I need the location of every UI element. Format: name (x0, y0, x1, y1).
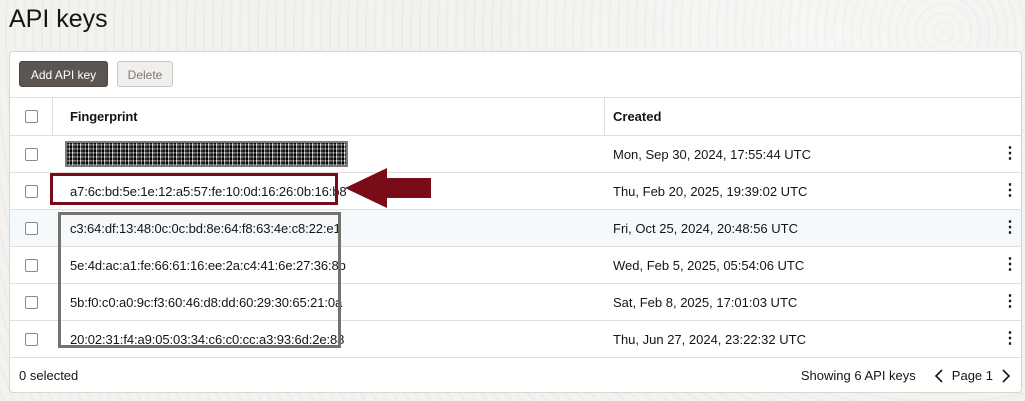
kebab-menu-icon: ⋮ (1002, 145, 1018, 162)
row-actions-menu[interactable]: ⋮ (999, 136, 1021, 172)
created-text: Mon, Sep 30, 2024, 17:55:44 UTC (613, 146, 812, 162)
row-checkbox[interactable] (24, 184, 38, 198)
created-text: Thu, Jun 27, 2024, 23:22:32 UTC (613, 331, 806, 347)
add-api-key-button[interactable]: Add API key (19, 61, 108, 87)
page-title: API keys (9, 5, 108, 33)
created-text: Thu, Feb 20, 2025, 19:39:02 UTC (613, 183, 808, 199)
row-checkbox[interactable] (24, 295, 38, 309)
next-page-button[interactable] (997, 367, 1015, 385)
chevron-left-icon (934, 368, 943, 383)
row-checkbox[interactable] (24, 147, 38, 161)
created-cell: Mon, Sep 30, 2024, 17:55:44 UTC (613, 136, 811, 172)
select-all-cell (10, 98, 52, 135)
row-actions-menu[interactable]: ⋮ (999, 284, 1021, 320)
page-indicator: Page 1 (951, 368, 993, 383)
table-row[interactable]: Mon, Sep 30, 2024, 17:55:44 UTC ⋮ (10, 135, 1021, 172)
column-header-created[interactable]: Created (613, 98, 661, 135)
redacted-fingerprint (65, 141, 348, 167)
created-text: Fri, Oct 25, 2024, 20:48:56 UTC (613, 220, 798, 236)
created-text: Wed, Feb 5, 2025, 05:54:06 UTC (613, 257, 805, 273)
row-checkbox[interactable] (24, 258, 38, 272)
column-header-fingerprint-label: Fingerprint (70, 109, 138, 124)
highlight-box-gray (58, 212, 341, 348)
chevron-right-icon (1002, 368, 1011, 383)
created-cell: Sat, Feb 8, 2025, 17:01:03 UTC (613, 284, 797, 320)
kebab-menu-icon: ⋮ (1002, 182, 1018, 199)
table-footer: 0 selected Showing 6 API keys Page 1 (10, 357, 1021, 393)
pagination: Showing 6 API keys Page 1 (801, 358, 1015, 393)
created-cell: Wed, Feb 5, 2025, 05:54:06 UTC (613, 247, 804, 283)
column-divider (604, 98, 605, 135)
toolbar: Add API key Delete (10, 52, 1021, 97)
row-select-cell (10, 173, 52, 209)
row-select-cell (10, 136, 52, 172)
kebab-menu-icon: ⋮ (1002, 219, 1018, 236)
row-actions-menu[interactable]: ⋮ (999, 321, 1021, 357)
results-count: Showing 6 API keys (800, 368, 916, 383)
created-text: Sat, Feb 8, 2025, 17:01:03 UTC (613, 294, 798, 310)
row-select-cell (10, 210, 52, 246)
created-cell: Thu, Jun 27, 2024, 23:22:32 UTC (613, 321, 806, 357)
row-select-cell (10, 284, 52, 320)
row-actions-menu[interactable]: ⋮ (999, 173, 1021, 209)
row-select-cell (10, 247, 52, 283)
row-actions-menu[interactable]: ⋮ (999, 247, 1021, 283)
kebab-menu-icon: ⋮ (1002, 256, 1018, 273)
row-actions-menu[interactable]: ⋮ (999, 210, 1021, 246)
created-cell: Fri, Oct 25, 2024, 20:48:56 UTC (613, 210, 798, 246)
annotation-arrow-icon (345, 168, 431, 208)
column-header-created-label: Created (613, 109, 662, 124)
column-divider (52, 98, 53, 135)
created-cell: Thu, Feb 20, 2025, 19:39:02 UTC (613, 173, 807, 209)
kebab-menu-icon: ⋮ (1002, 293, 1018, 310)
row-select-cell (10, 321, 52, 357)
table-header: Fingerprint Created (10, 97, 1021, 135)
select-all-checkbox[interactable] (24, 110, 38, 123)
delete-button[interactable]: Delete (117, 61, 173, 87)
column-header-fingerprint[interactable]: Fingerprint (61, 98, 138, 135)
row-checkbox[interactable] (24, 332, 38, 346)
previous-page-button[interactable] (930, 367, 948, 385)
kebab-menu-icon: ⋮ (1002, 330, 1018, 347)
highlight-box-red (50, 173, 338, 205)
row-checkbox[interactable] (24, 221, 38, 235)
selection-count: 0 selected (19, 368, 79, 383)
